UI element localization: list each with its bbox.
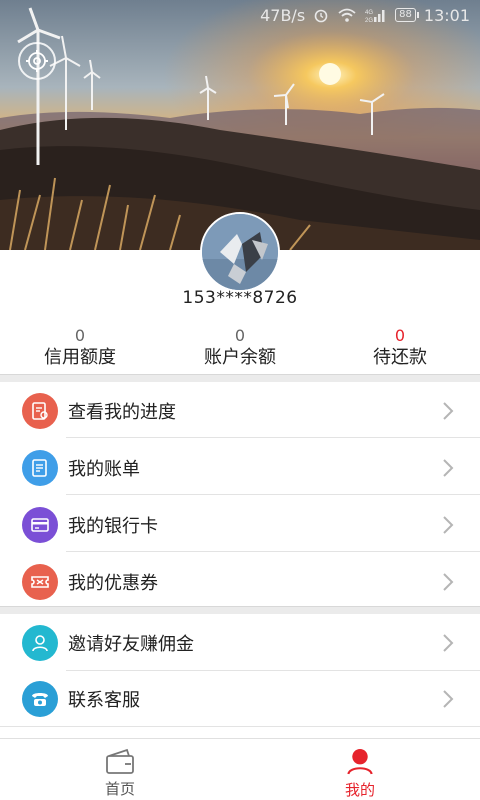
menu-item-invite[interactable]: 邀请好友赚佣金 [0, 614, 480, 671]
chevron-right-icon [443, 572, 454, 591]
account-stats: 0 信用额度 0 账户余额 0 待还款 [0, 326, 480, 370]
menu-item-progress[interactable]: 查看我的进度 [0, 382, 480, 439]
network-speed: 47B/s [260, 5, 306, 25]
alarm-icon [313, 7, 329, 23]
menu-label: 我的优惠券 [68, 572, 158, 594]
stat-account-balance[interactable]: 0 账户余额 [160, 326, 320, 370]
battery-icon: 88 [395, 8, 419, 22]
progress-icon [22, 392, 58, 429]
wifi-icon [337, 7, 357, 23]
menu-label: 联系客服 [68, 689, 140, 711]
tab-home[interactable]: 首页 [0, 739, 240, 800]
invite-icon [22, 624, 58, 661]
user-icon [347, 748, 373, 775]
chevron-right-icon [443, 458, 454, 477]
stat-value: 0 [74, 326, 86, 345]
stat-label: 信用额度 [44, 347, 116, 368]
chevron-right-icon [443, 515, 454, 534]
svg-text:4G: 4G [365, 10, 373, 16]
menu-label: 我的账单 [68, 458, 140, 480]
stat-value: 0 [234, 326, 246, 345]
section-divider [0, 374, 480, 382]
phone-icon [22, 680, 58, 717]
menu-item-bank-card[interactable]: 我的银行卡 [0, 496, 480, 553]
bank-card-icon [22, 506, 58, 543]
section-divider [0, 606, 480, 614]
settings-button[interactable] [18, 42, 56, 80]
menu-item-bill[interactable]: 我的账单 [0, 439, 480, 496]
stat-value: 0 [394, 326, 406, 345]
menu-label: 我的银行卡 [68, 515, 158, 537]
menu-item-customer-service[interactable]: 联系客服 [0, 670, 480, 727]
signal-icon: 4G 2G [365, 7, 387, 23]
divider [0, 726, 480, 727]
stat-credit-limit[interactable]: 0 信用额度 [0, 326, 160, 370]
tab-label: 首页 [104, 780, 135, 798]
bill-icon [22, 449, 58, 486]
chevron-right-icon [443, 689, 454, 708]
bottom-tab-bar: 首页 我的 [0, 738, 480, 800]
wallet-icon [106, 748, 134, 774]
avatar[interactable] [200, 212, 280, 292]
stat-pending-repayment[interactable]: 0 待还款 [320, 326, 480, 370]
svg-text:2G: 2G [365, 18, 373, 23]
stat-label: 待还款 [373, 347, 427, 368]
tab-mine[interactable]: 我的 [240, 739, 480, 800]
chevron-right-icon [443, 401, 454, 420]
tab-label: 我的 [344, 781, 375, 799]
menu-item-coupon[interactable]: 我的优惠券 [0, 553, 480, 610]
stat-label: 账户余额 [204, 347, 276, 368]
coupon-icon [22, 563, 58, 600]
divider [66, 551, 480, 552]
settings-icon [26, 50, 48, 72]
chevron-right-icon [443, 633, 454, 652]
divider [66, 437, 480, 438]
status-bar: 47B/s 4G 2G 88 13:01 [0, 0, 480, 30]
clock: 13:01 [423, 5, 470, 25]
divider [66, 494, 480, 495]
menu-label: 邀请好友赚佣金 [68, 633, 194, 655]
menu-label: 查看我的进度 [68, 401, 176, 423]
avatar-image [202, 214, 278, 290]
